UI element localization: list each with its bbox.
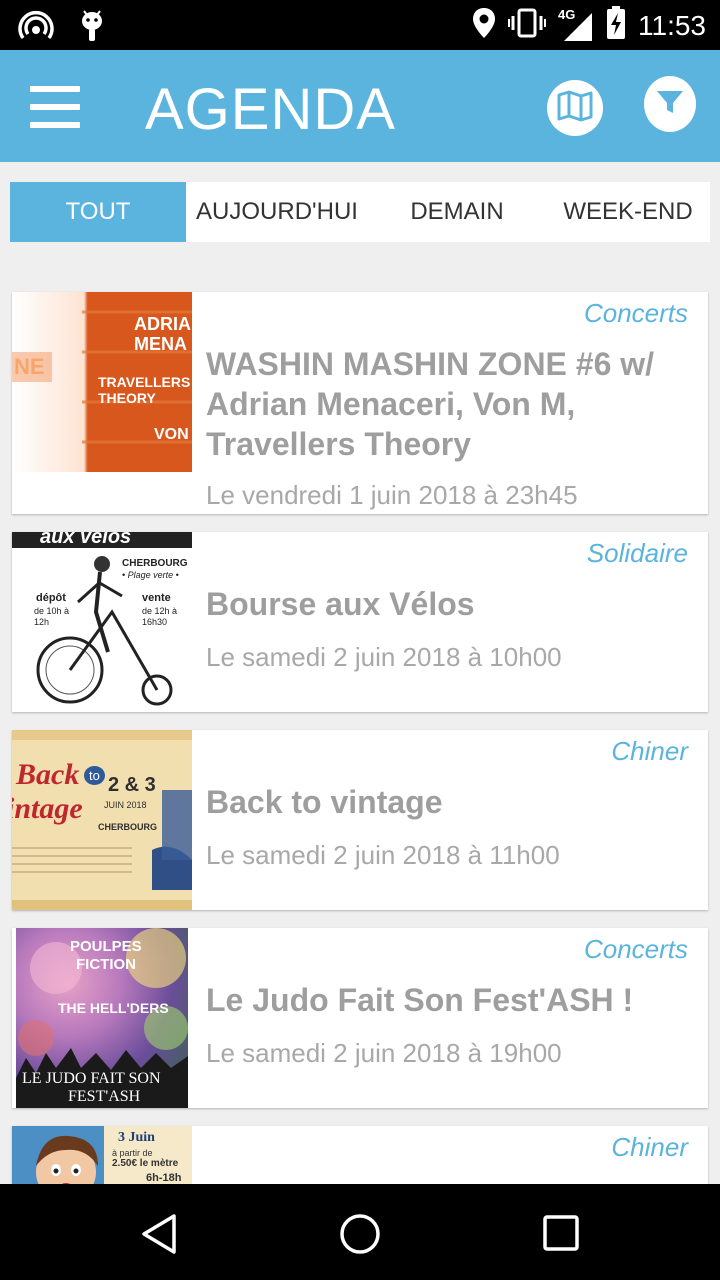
battery-charging-icon — [606, 6, 626, 45]
event-thumbnail: 3 Juin à partir de 2.50€ le mètre 6h-18h — [12, 1126, 192, 1184]
hamburger-icon — [30, 86, 80, 92]
app-bar: AGENDA — [0, 50, 720, 162]
event-date: Le samedi 2 juin 2018 à 19h00 — [206, 1038, 562, 1068]
event-thumbnail: Back to intage 2 & 3 JUIN 2018 CHERBOURG — [12, 730, 192, 910]
event-category: Solidaire — [586, 538, 688, 568]
tab-demain[interactable]: DEMAIN — [368, 182, 546, 242]
tab-tout[interactable]: TOUT — [10, 182, 186, 242]
event-date: Le vendredi 1 juin 2018 à 23h45 — [206, 480, 578, 510]
event-title: WASHIN MASHIN ZONE #6 w/ Adrian Menaceri… — [206, 346, 655, 462]
page-title: AGENDA — [145, 77, 396, 142]
home-button[interactable] — [338, 1212, 382, 1261]
event-card[interactable]: aux vélos CHERBOURG • Plage verte • dépô… — [12, 532, 708, 712]
recents-button[interactable] — [540, 1212, 584, 1261]
event-card[interactable]: POULPES FICTION THE HELL'DERS LE JUDO FA… — [12, 928, 708, 1108]
event-category: Chiner — [611, 1132, 688, 1162]
tab-aujourdhui[interactable]: AUJOURD'HUI — [186, 182, 368, 242]
event-date: Le samedi 2 juin 2018 à 10h00 — [206, 642, 562, 672]
content-area: TOUT AUJOURD'HUI DEMAIN WEEK-END ADRIA M… — [0, 162, 720, 1184]
back-button[interactable] — [138, 1212, 182, 1261]
map-button[interactable] — [547, 80, 603, 136]
event-category: Concerts — [583, 298, 688, 328]
event-thumbnail: aux vélos CHERBOURG • Plage verte • dépô… — [12, 532, 192, 712]
hotspot-icon — [18, 8, 54, 49]
clock: 11:53 — [638, 9, 706, 41]
filter-icon — [655, 88, 685, 121]
menu-button[interactable] — [30, 86, 82, 128]
navigation-bar — [0, 1184, 720, 1280]
event-category: Concerts — [583, 934, 688, 964]
signal-4g-icon: 4G — [558, 7, 594, 43]
home-circle-icon — [338, 1214, 382, 1260]
vibrate-icon — [508, 8, 546, 43]
map-icon — [557, 90, 593, 127]
recents-square-icon — [540, 1215, 584, 1260]
tab-bar: TOUT AUJOURD'HUI DEMAIN WEEK-END — [10, 182, 710, 242]
event-card[interactable]: 3 Juin à partir de 2.50€ le mètre 6h-18h… — [12, 1126, 708, 1184]
event-thumbnail: ADRIA MENA TRAVELLERS THEORY VON NE — [12, 292, 192, 472]
tab-week-end[interactable]: WEEK-END — [546, 182, 710, 242]
event-title: Back to vintage — [206, 784, 443, 820]
event-thumbnail: POULPES FICTION THE HELL'DERS LE JUDO FA… — [16, 928, 188, 1108]
event-category: Chiner — [611, 736, 688, 766]
location-icon — [472, 7, 496, 44]
android-icon — [78, 9, 106, 48]
event-card[interactable]: ADRIA MENA TRAVELLERS THEORY VON NE Conc… — [12, 292, 708, 514]
event-date: Le samedi 2 juin 2018 à 11h00 — [206, 840, 560, 870]
event-card[interactable]: Back to intage 2 & 3 JUIN 2018 CHERBOURG… — [12, 730, 708, 910]
event-title: Bourse aux Vélos — [206, 586, 475, 622]
status-bar: 4G 11:53 — [0, 0, 720, 50]
back-triangle-icon — [138, 1214, 182, 1260]
filter-button[interactable] — [644, 76, 696, 132]
event-title: Le Judo Fait Son Fest'ASH ! — [206, 982, 634, 1018]
